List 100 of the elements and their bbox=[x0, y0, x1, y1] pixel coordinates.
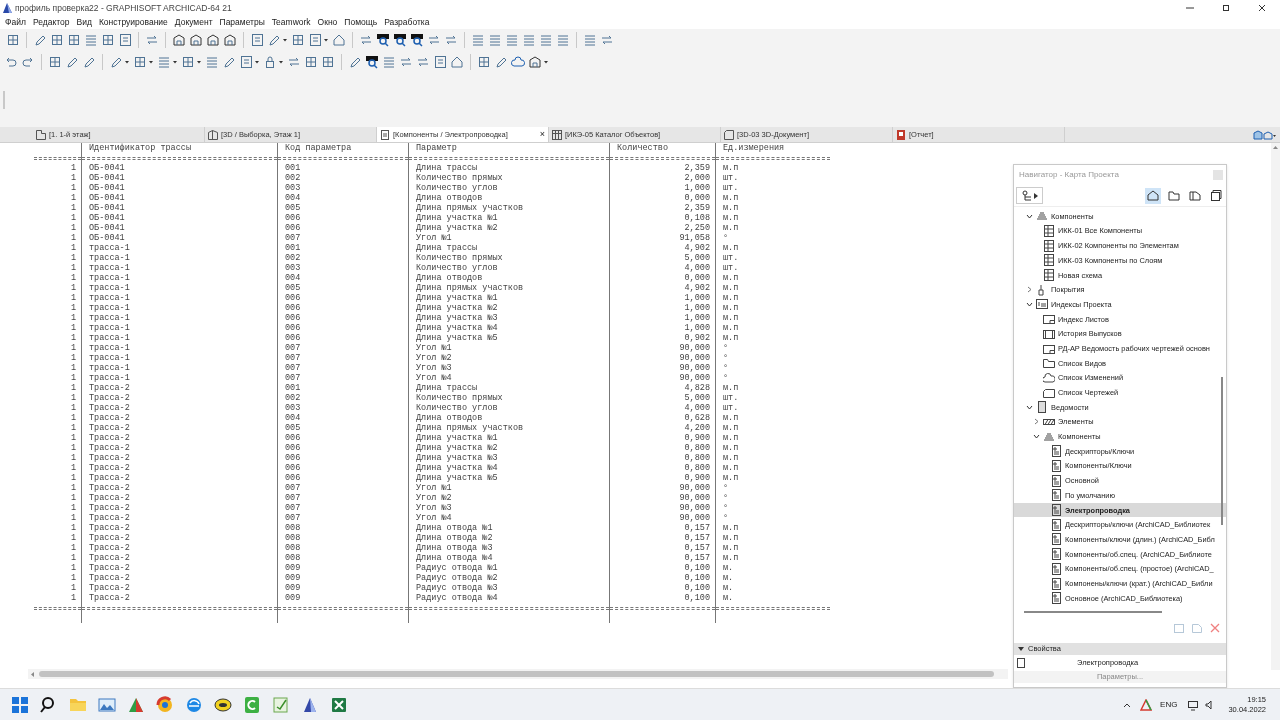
menu-item[interactable]: Teamwork bbox=[268, 16, 314, 29]
table-cell: 1,000 bbox=[684, 313, 710, 323]
building-icon[interactable] bbox=[172, 33, 186, 47]
table-cell: 1 bbox=[70, 393, 76, 403]
grid-icon[interactable] bbox=[67, 33, 81, 47]
table-cell: 1 bbox=[70, 573, 76, 583]
table-cell: 1,000 bbox=[684, 323, 710, 333]
grid-icon bbox=[551, 128, 563, 141]
cloud-icon[interactable] bbox=[511, 55, 525, 69]
grid-icon[interactable] bbox=[181, 55, 195, 69]
map-dropdown-button[interactable] bbox=[1016, 187, 1043, 204]
chevron-right-icon[interactable] bbox=[1026, 286, 1033, 294]
zoom-icon[interactable] bbox=[393, 33, 407, 47]
grid-icon[interactable] bbox=[304, 55, 318, 69]
window-title: профиль проверка22 - GRAPHISOFT ARCHICAD-64 21 bbox=[15, 1, 232, 15]
column-header: Код параметра bbox=[285, 143, 352, 153]
tree-horizontal-scrollbar[interactable] bbox=[1024, 611, 1162, 613]
chevron-right-icon[interactable] bbox=[1033, 418, 1040, 426]
grid-icon[interactable] bbox=[50, 33, 64, 47]
grid-icon[interactable] bbox=[101, 33, 115, 47]
pencil-icon[interactable] bbox=[82, 55, 96, 69]
table-cell: Угол №1 bbox=[416, 233, 452, 243]
table-cell: 90,000 bbox=[679, 373, 710, 383]
chevron-down-icon[interactable] bbox=[1026, 212, 1033, 220]
tab-close-button[interactable]: × bbox=[539, 130, 548, 139]
tree-scrollbar[interactable] bbox=[1221, 377, 1223, 525]
sheet-icon bbox=[1043, 313, 1055, 326]
document-icon bbox=[1050, 562, 1062, 575]
menu-item[interactable]: Документ bbox=[171, 16, 216, 29]
zoom-icon[interactable] bbox=[376, 33, 390, 47]
table-cell: 1 bbox=[70, 383, 76, 393]
grid-icon[interactable] bbox=[477, 55, 491, 69]
table-cell: Трасса-2 bbox=[89, 403, 130, 413]
table-cell: 1 bbox=[70, 453, 76, 463]
scrollbar-thumb[interactable] bbox=[39, 671, 994, 677]
map-button[interactable] bbox=[1208, 187, 1224, 204]
building-icon[interactable] bbox=[528, 55, 542, 69]
menu-item[interactable]: Окно bbox=[314, 16, 341, 29]
triangle-icon[interactable] bbox=[1140, 698, 1153, 711]
vertical-scrollbar[interactable] bbox=[1271, 143, 1280, 670]
grid-icon[interactable] bbox=[6, 33, 20, 47]
zoom-icon[interactable] bbox=[365, 55, 379, 69]
view-switch-icon[interactable] bbox=[1252, 129, 1276, 141]
scroll-left-icon[interactable] bbox=[28, 669, 37, 679]
pencil-icon[interactable] bbox=[348, 55, 362, 69]
grid-icon[interactable] bbox=[321, 55, 335, 69]
undo-icon[interactable] bbox=[4, 55, 18, 69]
chevron-down-icon[interactable] bbox=[1026, 300, 1033, 308]
table-cell: ОБ-0041 bbox=[89, 173, 125, 183]
windows-icon[interactable] bbox=[10, 694, 30, 715]
table-cell: м.п bbox=[723, 433, 739, 443]
chevron-down-icon[interactable] bbox=[1033, 433, 1040, 441]
grid-icon[interactable] bbox=[291, 33, 305, 47]
pencil-icon[interactable] bbox=[109, 55, 123, 69]
sheet-icon[interactable] bbox=[308, 33, 322, 47]
language-indicator[interactable]: ENG bbox=[1160, 698, 1178, 711]
horizontal-scrollbar[interactable] bbox=[28, 669, 1008, 679]
project-map-button[interactable] bbox=[1145, 187, 1161, 204]
table-cell: м.п bbox=[723, 553, 739, 563]
menu-item[interactable]: Редактор bbox=[29, 16, 73, 29]
pencil-icon[interactable] bbox=[267, 33, 281, 47]
chevron-down-icon[interactable] bbox=[1026, 403, 1033, 411]
table-cell: ОБ-0041 bbox=[89, 223, 125, 233]
page-icon bbox=[1043, 386, 1055, 399]
table-cell: м.п bbox=[723, 523, 739, 533]
square-icon[interactable] bbox=[242, 694, 262, 715]
globe-icon[interactable] bbox=[155, 694, 175, 715]
delete-icon[interactable] bbox=[1209, 622, 1221, 634]
menu-item[interactable]: Параметры bbox=[216, 16, 268, 29]
menu-item[interactable]: Файл bbox=[2, 16, 29, 29]
grid-icon[interactable] bbox=[48, 55, 62, 69]
sheet-icon[interactable] bbox=[239, 55, 253, 69]
table-cell: Длина прямых участков bbox=[416, 423, 524, 433]
pencil-icon[interactable] bbox=[222, 55, 236, 69]
menu-item[interactable]: Конструирование bbox=[95, 16, 171, 29]
house-icon[interactable] bbox=[450, 55, 464, 69]
pencil-icon[interactable] bbox=[494, 55, 508, 69]
table-cell: 002 bbox=[285, 253, 301, 263]
table-cell: 006 bbox=[285, 313, 301, 323]
building-icon[interactable] bbox=[223, 33, 237, 47]
sheet-icon[interactable] bbox=[250, 33, 264, 47]
building-icon[interactable] bbox=[206, 33, 220, 47]
table-cell: м.п bbox=[723, 223, 739, 233]
monitor-icon[interactable] bbox=[1187, 698, 1200, 711]
pencil-icon[interactable] bbox=[33, 33, 47, 47]
table-cell: Угол №1 bbox=[416, 343, 452, 353]
lock-icon[interactable] bbox=[263, 55, 277, 69]
table-cell: ОБ-0041 bbox=[89, 163, 125, 173]
house-icon[interactable] bbox=[332, 33, 346, 47]
sheet-icon[interactable] bbox=[433, 55, 447, 69]
redo-icon[interactable] bbox=[21, 55, 35, 69]
notepad-icon[interactable] bbox=[271, 694, 291, 715]
pencil-icon[interactable] bbox=[65, 55, 79, 69]
sheet-icon[interactable] bbox=[118, 33, 132, 47]
menu-item[interactable]: Разработка bbox=[381, 16, 433, 29]
menu-item[interactable]: Вид bbox=[73, 16, 95, 29]
building-icon[interactable] bbox=[189, 33, 203, 47]
zoom-icon[interactable] bbox=[410, 33, 424, 47]
grid-icon[interactable] bbox=[133, 55, 147, 69]
menu-item[interactable]: Помощь bbox=[341, 16, 381, 29]
